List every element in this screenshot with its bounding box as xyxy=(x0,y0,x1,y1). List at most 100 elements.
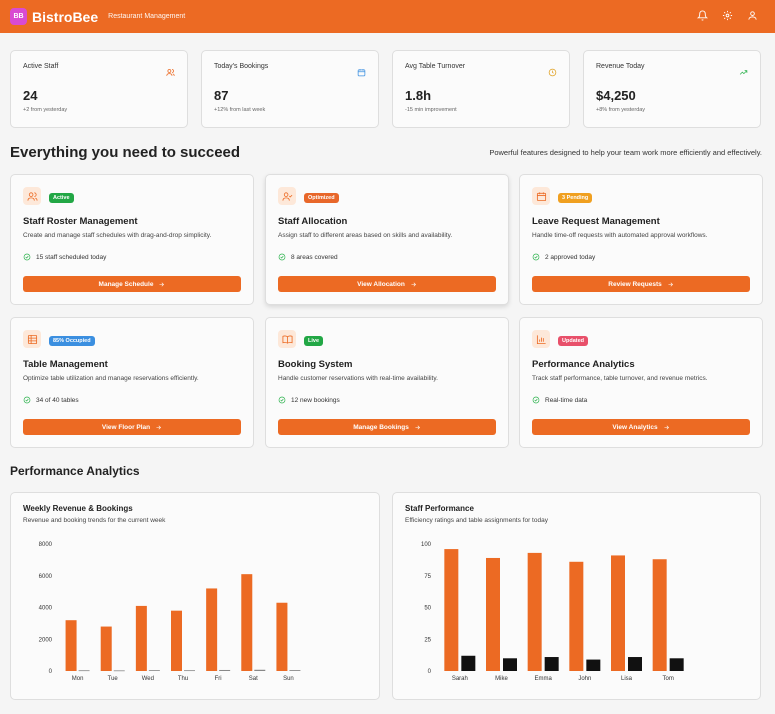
feature-card-tables: 85% Occupied Table Management Optimize t… xyxy=(10,317,254,448)
view-allocation-button[interactable]: View Allocation xyxy=(278,276,496,292)
feature-meta: 2 approved today xyxy=(532,253,750,261)
feature-meta: 15 staff scheduled today xyxy=(23,253,241,261)
bar xyxy=(503,658,517,671)
bar xyxy=(78,670,90,672)
bar xyxy=(113,670,125,672)
feature-description: Optimize table utilization and manage re… xyxy=(23,375,199,382)
stat-delta: +2 from yesterday xyxy=(23,107,68,113)
feature-meta-text: 15 staff scheduled today xyxy=(36,253,107,261)
users-icon xyxy=(23,187,41,205)
check-circle-icon xyxy=(532,396,540,404)
stat-label: Revenue Today xyxy=(596,63,645,70)
button-label: View Allocation xyxy=(357,280,405,288)
x-tick-label: Sarah xyxy=(452,676,468,682)
bar xyxy=(569,561,584,671)
feature-title: Staff Roster Management xyxy=(23,216,138,227)
bar xyxy=(527,552,542,671)
x-tick-label: Sun xyxy=(283,676,294,682)
bar xyxy=(135,605,147,671)
chart-subtitle: Efficiency ratings and table assignments… xyxy=(405,517,548,524)
x-tick-label: Sat xyxy=(249,676,258,682)
status-badge: 85% Occupied xyxy=(49,336,95,346)
chart-subtitle: Revenue and booking trends for the curre… xyxy=(23,517,166,524)
calendar-icon xyxy=(532,187,550,205)
stat-label: Active Staff xyxy=(23,63,59,70)
feature-title: Booking System xyxy=(278,359,353,370)
features-tagline: Powerful features designed to help your … xyxy=(489,148,762,157)
stat-card-active-staff: Active Staff 24 +2 from yesterday xyxy=(10,50,188,128)
arrow-right-icon xyxy=(159,282,165,286)
stat-card-bookings: Today's Bookings 87 +12% from last week xyxy=(201,50,379,128)
bar xyxy=(586,659,601,671)
user-icon[interactable] xyxy=(747,10,758,21)
status-badge: Updated xyxy=(558,336,588,346)
button-label: View Floor Plan xyxy=(101,423,151,431)
feature-card-roster: Active Staff Roster Management Create an… xyxy=(10,174,254,305)
feature-meta: 34 of 40 tables xyxy=(23,396,241,404)
staff-performance-chart: 0 25 50 75 100 Sarah Mike Emma John Lisa Tom xyxy=(421,542,684,682)
gear-icon[interactable] xyxy=(722,10,733,21)
y-tick-label: 100 xyxy=(421,542,432,548)
feature-title: Performance Analytics xyxy=(532,359,635,370)
bar xyxy=(461,655,476,671)
stat-label: Today's Bookings xyxy=(214,63,269,70)
bar xyxy=(206,588,218,671)
button-label: Review Requests xyxy=(608,280,662,288)
feature-meta-text: 12 new bookings xyxy=(291,396,340,404)
feature-description: Assign staff to different areas based on… xyxy=(278,232,453,239)
top-bar: BB BistroBee Restaurant Management xyxy=(0,0,775,33)
bar-chart-icon xyxy=(532,330,550,348)
arrow-right-icon xyxy=(664,425,669,429)
bar xyxy=(544,657,559,671)
feature-description: Create and manage staff schedules with d… xyxy=(23,232,212,239)
view-floor-plan-button[interactable]: View Floor Plan xyxy=(23,419,241,435)
button-label: View Analytics xyxy=(612,423,658,431)
check-circle-icon xyxy=(278,396,286,404)
arrow-right-icon xyxy=(156,425,162,429)
manage-schedule-button[interactable]: Manage Schedule xyxy=(23,276,241,292)
clock-icon xyxy=(548,64,557,77)
logo-badge: BB xyxy=(10,8,27,25)
bar xyxy=(444,549,459,671)
stat-value: 1.8h xyxy=(405,88,432,103)
y-tick-label: 0 xyxy=(428,669,432,675)
app-subtitle: Restaurant Management xyxy=(108,13,186,20)
feature-meta-text: 34 of 40 tables xyxy=(36,396,79,404)
stat-value: 24 xyxy=(23,88,38,103)
review-requests-button[interactable]: Review Requests xyxy=(532,276,750,292)
bar xyxy=(241,574,253,671)
x-tick-label: Wed xyxy=(142,676,154,682)
stat-card-revenue: Revenue Today $4,250 +8% from yesterday xyxy=(583,50,761,128)
manage-bookings-button[interactable]: Manage Bookings xyxy=(278,419,496,435)
button-label: Manage Schedule xyxy=(98,280,154,288)
feature-title: Leave Request Management xyxy=(532,216,660,227)
feature-title: Staff Allocation xyxy=(278,216,348,227)
bar xyxy=(486,557,500,671)
feature-card-analytics: Updated Performance Analytics Track staf… xyxy=(519,317,763,448)
x-tick-label: Tue xyxy=(108,676,119,682)
view-analytics-button[interactable]: View Analytics xyxy=(532,419,750,435)
revenue-chart: 0 2000 4000 6000 8000 Mon Tue Wed Thu Fri Sat Sun xyxy=(39,542,301,682)
y-tick-label: 2000 xyxy=(39,637,53,643)
staff-performance-panel: 0 25 50 75 100 Sarah Mike Emma John Lisa Tom Staff… xyxy=(392,492,761,700)
x-tick-label: Mike xyxy=(495,676,508,682)
status-badge: Live xyxy=(304,336,324,346)
feature-card-booking: Live Booking System Handle customer rese… xyxy=(265,317,509,448)
y-tick-label: 75 xyxy=(424,574,431,580)
button-label: Manage Bookings xyxy=(353,423,409,431)
status-badge: Optimized xyxy=(304,193,339,203)
bar xyxy=(276,602,288,671)
feature-meta: 8 areas covered xyxy=(278,253,496,261)
bar xyxy=(289,670,301,671)
y-tick-label: 8000 xyxy=(39,542,53,548)
y-tick-label: 0 xyxy=(49,669,53,675)
status-badge: Active xyxy=(49,193,74,203)
features-heading: Everything you need to succeed xyxy=(10,144,241,161)
x-tick-label: Thu xyxy=(178,676,188,682)
stat-value: 87 xyxy=(214,88,229,103)
y-tick-label: 6000 xyxy=(39,574,53,580)
y-tick-label: 25 xyxy=(424,637,431,643)
bell-icon[interactable] xyxy=(697,10,708,21)
check-circle-icon xyxy=(23,396,31,404)
y-tick-label: 4000 xyxy=(39,606,53,612)
